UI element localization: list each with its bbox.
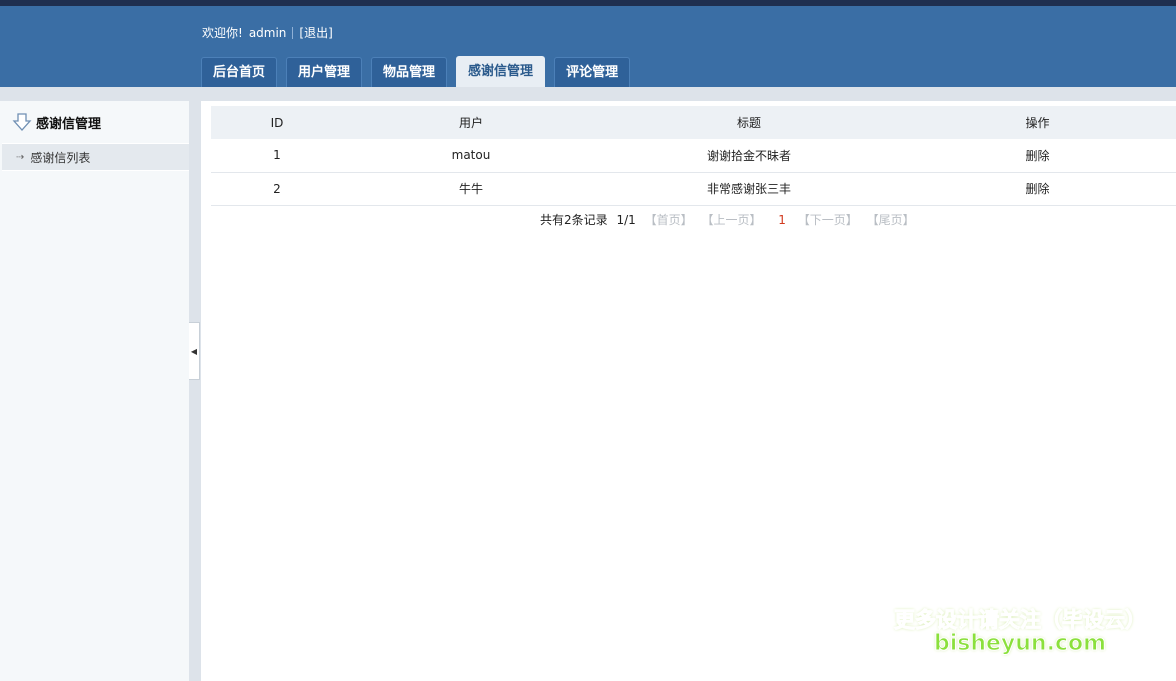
- cell-title: 谢谢拾金不昧者: [599, 139, 899, 173]
- thank-letter-table: ID 用户 标题 操作 1 matou 谢谢拾金不昧者 删除 2 牛牛 非常感谢…: [211, 106, 1176, 206]
- delete-link[interactable]: 删除: [899, 172, 1176, 206]
- last-page-link[interactable]: 【尾页】: [867, 213, 915, 227]
- cell-user: 牛牛: [343, 172, 599, 206]
- chevron-right-icon: ⇢: [16, 151, 25, 163]
- username: admin: [248, 25, 287, 40]
- main-content: ID 用户 标题 操作 1 matou 谢谢拾金不昧者 删除 2 牛牛 非常感谢…: [201, 101, 1176, 681]
- pagination: 共有2条记录 1/1 【首页】 【上一页】 1 【下一页】 【尾页】: [540, 211, 920, 228]
- welcome-bar: 欢迎你! admin [退出]: [202, 24, 333, 41]
- triangle-left-icon: ◀: [190, 346, 198, 356]
- tab-item-management[interactable]: 物品管理: [371, 57, 448, 87]
- sidebar-title: 感谢信管理: [0, 101, 189, 143]
- first-page-link[interactable]: 【首页】: [645, 213, 693, 227]
- cell-user: matou: [343, 139, 599, 173]
- arrow-down-icon: [12, 113, 32, 131]
- splitter: [189, 101, 201, 681]
- collapse-sidebar-toggle[interactable]: ◀: [189, 322, 200, 380]
- header: 欢迎你! admin [退出] 后台首页 用户管理 物品管理 感谢信管理 评论管…: [0, 6, 1176, 88]
- tab-home[interactable]: 后台首页: [201, 57, 278, 87]
- nav-tabs: 后台首页 用户管理 物品管理 感谢信管理 评论管理: [201, 56, 639, 88]
- column-header-action: 操作: [899, 106, 1176, 139]
- sidebar-item-thank-letter-list[interactable]: ⇢ 感谢信列表: [2, 143, 189, 171]
- page-indicator: 1/1: [616, 213, 636, 227]
- cell-id: 1: [211, 139, 343, 173]
- sub-bar: [0, 87, 1176, 101]
- column-header-title: 标题: [599, 106, 899, 139]
- tab-user-management[interactable]: 用户管理: [286, 57, 363, 87]
- sidebar-item-label: 感谢信列表: [30, 150, 91, 165]
- prev-page-link[interactable]: 【上一页】: [701, 213, 761, 227]
- cell-id: 2: [211, 172, 343, 206]
- column-header-id: ID: [211, 106, 343, 139]
- record-count: 共有2条记录: [540, 213, 608, 227]
- tab-thank-letter-management[interactable]: 感谢信管理: [456, 56, 546, 88]
- watermark-line1: 更多设计请关注（毕设云）: [894, 608, 1147, 633]
- welcome-text: 欢迎你!: [202, 26, 243, 40]
- divider: [292, 26, 294, 39]
- tab-comment-management[interactable]: 评论管理: [554, 57, 631, 87]
- logout-link[interactable]: [退出]: [299, 24, 332, 41]
- table-row: 2 牛牛 非常感谢张三丰 删除: [211, 172, 1176, 206]
- cell-title: 非常感谢张三丰: [599, 172, 899, 206]
- next-page-link[interactable]: 【下一页】: [798, 213, 858, 227]
- watermark-line2: bisheyun.com: [933, 631, 1107, 657]
- column-header-user: 用户: [343, 106, 599, 139]
- sidebar-title-text: 感谢信管理: [36, 116, 102, 132]
- delete-link[interactable]: 删除: [899, 139, 1176, 173]
- table-header-row: ID 用户 标题 操作: [211, 106, 1176, 139]
- table-row: 1 matou 谢谢拾金不昧者 删除: [211, 139, 1176, 173]
- current-page[interactable]: 1: [778, 213, 786, 227]
- sidebar: 感谢信管理 ⇢ 感谢信列表: [0, 101, 189, 681]
